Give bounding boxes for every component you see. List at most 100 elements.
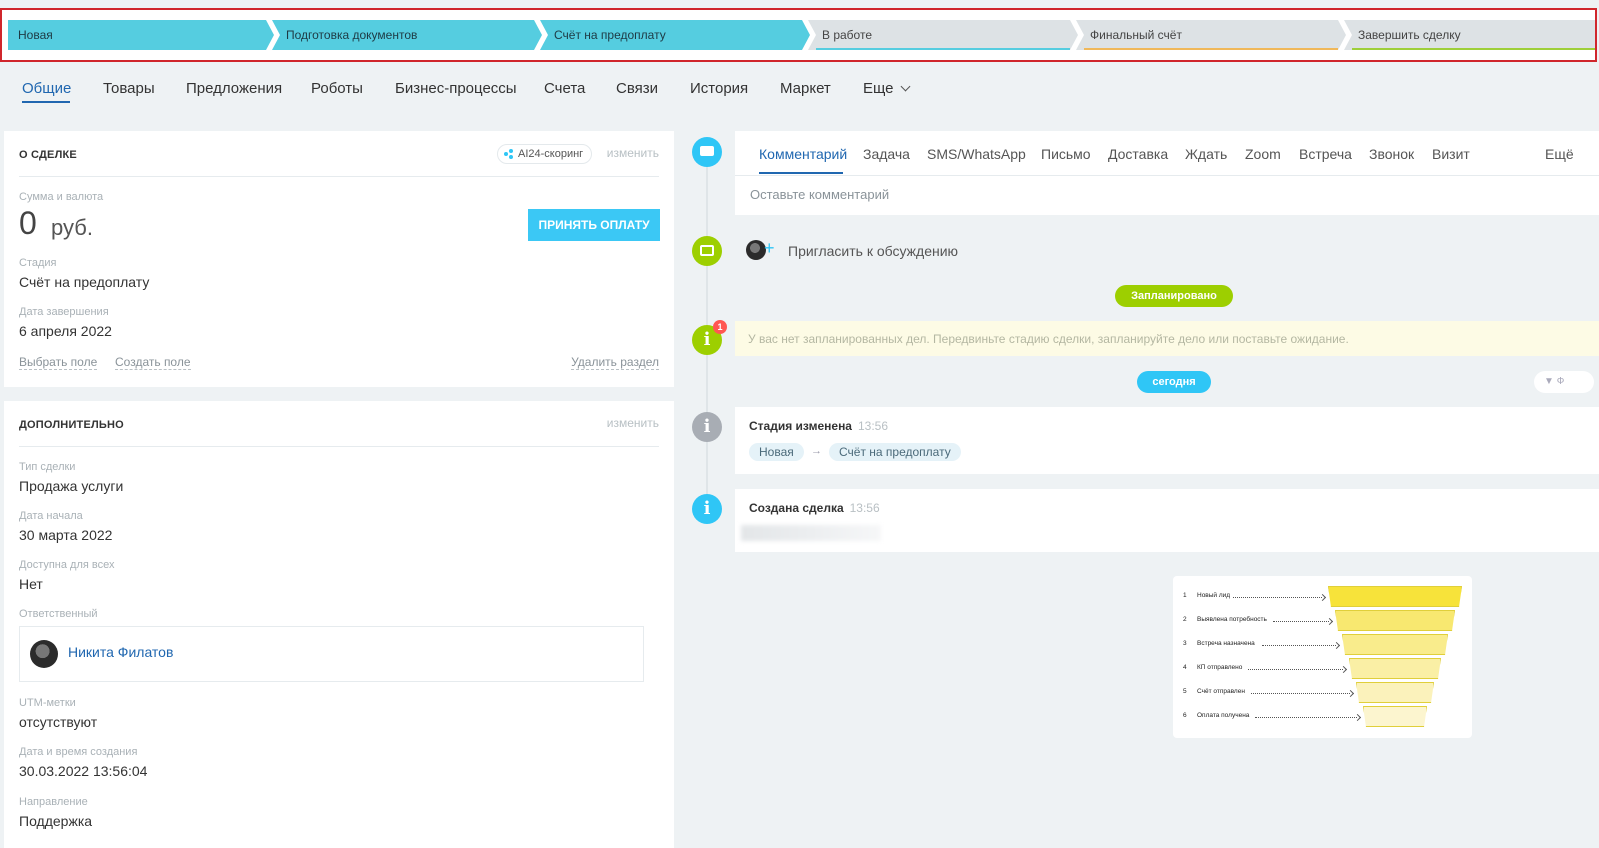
funnel-row-label: 2 Выявлена потребность [1183,616,1267,623]
stage-label: Завершить сделку [1358,28,1461,42]
sum-label: Сумма и валюта [19,191,104,203]
responsible-name-link[interactable]: Никита Филатов [68,644,173,660]
choose-field-link[interactable]: Выбрать поле [19,355,98,370]
accept-payment-button[interactable]: ПРИНЯТЬ ОПЛАТУ [528,209,660,241]
tab-links[interactable]: Связи [616,80,658,97]
utm-label: UTM-метки [19,697,76,709]
funnel-row-number: 5 [1183,688,1187,695]
tab-general[interactable]: Общие [22,80,71,97]
funnel-segment [1349,658,1441,679]
tab-more-label: Еще [863,80,894,97]
composer-tab-zoom[interactable]: Zoom [1245,146,1281,162]
event-time: 13:56 [849,501,880,515]
composer-tab-visit[interactable]: Визит [1432,146,1470,162]
funnel-arrow-icon [1318,593,1327,602]
tab-business-processes[interactable]: Бизнес-процессы [395,80,517,97]
start-date-label: Дата начала [19,510,83,522]
filter-button[interactable]: ▼ Ф [1534,371,1594,393]
composer-tab-task[interactable]: Задача [863,146,910,162]
delete-section-link[interactable]: Удалить раздел [571,355,659,370]
funnel-row-text: Встреча назначена [1197,640,1255,647]
funnel-row-label: 5 Счёт отправлен [1183,688,1245,695]
avatar[interactable] [30,640,58,668]
tab-history[interactable]: История [690,80,748,97]
composer-tab-wait[interactable]: Ждать [1185,146,1227,162]
funnel-dotted-line [1273,621,1329,622]
funnel-row-text: Выявлена потребность [1197,616,1267,623]
composer-tab-underline [759,172,843,174]
no-activities-notice: У вас нет запланированных дел. Передвинь… [735,321,1599,356]
stage-underline [816,48,1070,50]
funnel-dotted-line [1262,645,1336,646]
to-stage-chip: Счёт на предоплату [829,443,961,461]
sum-amount: 0 [19,205,37,241]
composer-tab-call[interactable]: Звонок [1369,146,1414,162]
blurred-content [741,525,881,541]
funnel-row-text: Оплата получена [1197,712,1250,719]
close-date-value: 6 апреля 2022 [19,323,112,339]
deal-type-value: Продажа услуги [19,478,124,494]
direction-value: Поддержка [19,813,93,829]
warning-badge: 1 [713,320,727,334]
close-date-label: Дата завершения [19,306,109,318]
funnel-row-label: 1 Новый лид [1183,592,1230,599]
additional-card: Дополнительно изменить Тип сделки Продаж… [4,401,674,848]
stage-label: В работе [822,28,873,42]
funnel-arrow-icon [1353,713,1362,722]
funnel-row-number: 2 [1183,616,1187,623]
composer-tab-email[interactable]: Письмо [1041,146,1091,162]
funnel-dotted-line [1255,717,1357,718]
composer-tab-more[interactable]: Ещё [1545,146,1574,162]
utm-value: отсутствуют [19,714,98,730]
stage-new[interactable]: Новая [8,20,274,50]
stage-close-deal[interactable]: Завершить сделку [1344,20,1597,50]
stage-in-progress[interactable]: В работе [808,20,1078,50]
ai-scoring-icon [504,149,514,159]
stage-label: Финальный счёт [1090,28,1182,42]
notice-text: У вас нет запланированных дел. Передвинь… [748,332,1349,346]
sum-currency: руб. [51,215,93,240]
edit-about-link[interactable]: изменить [607,146,659,160]
composer-tab-comment[interactable]: Комментарий [759,146,847,162]
stage-underline [1084,48,1338,50]
divider [735,175,1599,176]
stage-label: Счёт на предоплату [554,28,666,42]
comment-input[interactable]: Оставьте комментарий [750,187,889,202]
deal-type-label: Тип сделки [19,461,76,473]
tab-products[interactable]: Товары [103,80,155,97]
deal-created-event: Создана сделка 13:56 [735,489,1599,552]
funnel-arrow-icon [1339,665,1348,674]
funnel-row-text: Новый лид [1197,592,1231,599]
card-title: О сделке [19,149,77,161]
stage-prepayment-invoice[interactable]: Счёт на предоплату [540,20,810,50]
ai-scoring-button[interactable]: AI24-скоринг [497,144,593,164]
info-icon: i [692,412,722,442]
filter-label: Ф [1556,376,1565,387]
tab-invoices[interactable]: Счета [544,80,585,97]
tab-more[interactable]: Еще [863,80,910,97]
funnel-row-label: 3 Встреча назначена [1183,640,1255,647]
public-value: Нет [19,576,43,592]
today-pill: сегодня [1137,371,1211,393]
edit-additional-link[interactable]: изменить [607,416,659,430]
deal-stage-bar: Новая Подготовка документов Счёт на пред… [0,8,1597,62]
composer-tab-delivery[interactable]: Доставка [1108,146,1168,162]
composer-tab-sms[interactable]: SMS/WhatsApp [927,146,1026,162]
funnel-arrow-icon [1325,617,1334,626]
funnel-segment [1356,682,1434,703]
stage-documents[interactable]: Подготовка документов [272,20,542,50]
filter-icon: ▼ [1544,376,1554,387]
tab-market[interactable]: Маркет [780,80,831,97]
card-title: Дополнительно [19,419,124,431]
composer-tab-meeting[interactable]: Встреча [1299,146,1352,162]
invite-to-discussion[interactable]: + Пригласить к обсуждению [740,236,1040,266]
tab-robots[interactable]: Роботы [311,80,363,97]
plus-icon: + [764,238,775,258]
stage-final-invoice[interactable]: Финальный счёт [1076,20,1346,50]
funnel-arrow-icon [1332,641,1341,650]
funnel-segment [1363,706,1427,727]
create-field-link[interactable]: Создать поле [115,355,191,370]
funnel-row-number: 3 [1183,640,1187,647]
tab-offers[interactable]: Предложения [186,80,282,97]
funnel-row-label: 4 КП отправлено [1183,664,1242,671]
